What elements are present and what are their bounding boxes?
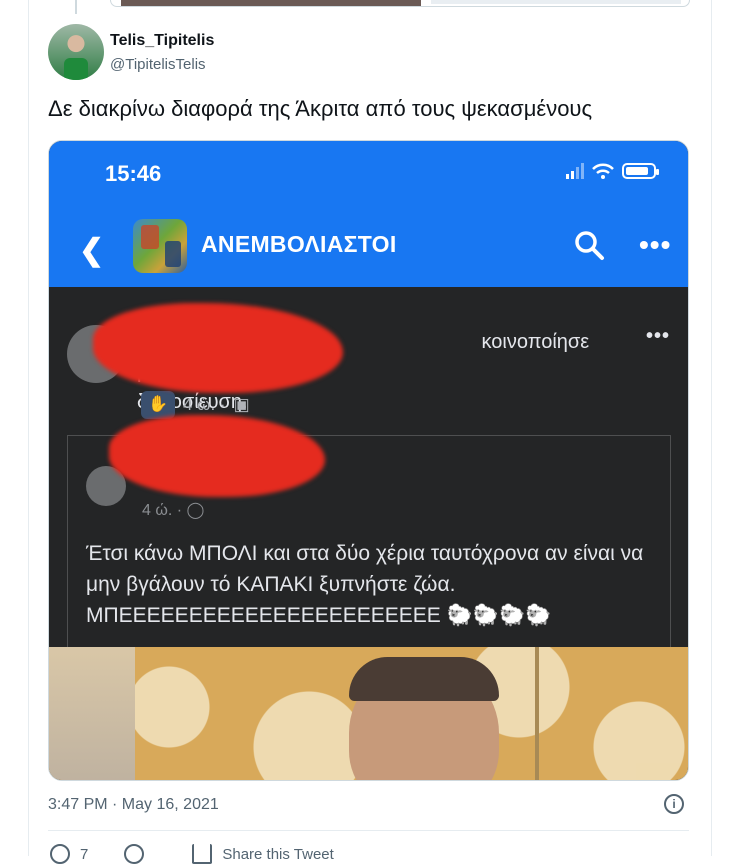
reply-button[interactable]: 7 — [50, 844, 88, 864]
wifi-icon — [592, 163, 614, 179]
tweet-actions: 7 Share this Tweet — [50, 844, 334, 864]
post-photo — [49, 647, 688, 780]
previous-tweet-media[interactable] — [110, 0, 690, 7]
photo-left-person — [49, 647, 135, 780]
share-label: Share this Tweet — [222, 845, 334, 863]
wave-icon: ✋ — [141, 391, 175, 419]
share-button[interactable]: Share this Tweet — [192, 844, 334, 864]
photo-hair — [349, 657, 499, 701]
facebook-feed: κοινοποίησε μια δημοσίευση. ✋ 4 ώ. · ▣ •… — [49, 287, 688, 665]
battery-icon — [622, 163, 659, 179]
post-options-icon: ••• — [645, 325, 670, 347]
thread-connector — [75, 0, 77, 14]
author-name[interactable]: Telis_Tipitelis — [110, 32, 214, 50]
author-handle[interactable]: @TipitelisTelis — [110, 56, 206, 73]
author-avatar[interactable] — [48, 24, 104, 80]
tweet-media[interactable]: 15:46 ❮ ΑΝΕΜΒΟΛΙΑΣΤΟΙ ••• κοινοποίησε δη… — [48, 140, 689, 781]
shared-post-text: Έτσι κάνω ΜΠΟΛΙ και στα δύο χέρια ταυτόχ… — [86, 542, 644, 627]
back-chevron-icon: ❮ — [79, 234, 105, 267]
audience-icon: ▣ — [233, 395, 250, 414]
info-icon[interactable]: i — [664, 794, 684, 814]
redaction-mark — [109, 415, 325, 497]
reply-icon — [50, 844, 70, 864]
group-thumbnail — [133, 219, 187, 273]
inner-meta: 4 ώ. · ◯ — [142, 502, 205, 519]
retweet-icon — [124, 844, 145, 864]
search-icon — [575, 231, 604, 260]
share-icon — [192, 844, 213, 864]
signal-icon — [566, 163, 584, 179]
avatar-shirt — [64, 58, 88, 80]
share-time: 4 ώ. · — [183, 395, 226, 414]
previous-media-image — [121, 0, 421, 6]
inner-time: 4 ώ. · — [142, 502, 183, 519]
redaction-mark — [93, 303, 343, 393]
tweet-text: Δε διακρίνω διαφορά της Άκριτα από τους … — [48, 96, 593, 121]
status-icons — [566, 163, 659, 179]
reply-count: 7 — [80, 845, 89, 863]
facebook-header: 15:46 ❮ ΑΝΕΜΒΟΛΙΑΣΤΟΙ ••• — [49, 141, 688, 287]
status-time: 15:46 — [105, 161, 162, 186]
tweet-timestamp[interactable]: 3:47 PM · May 16, 2021 — [48, 796, 219, 814]
divider — [48, 830, 689, 831]
photo-panel-divider — [535, 647, 539, 780]
more-options-icon: ••• — [639, 229, 672, 260]
retweet-button[interactable] — [124, 844, 145, 864]
previous-media-caption — [431, 0, 681, 4]
group-title: ΑΝΕΜΒΟΛΙΑΣΤΟΙ — [201, 231, 397, 257]
